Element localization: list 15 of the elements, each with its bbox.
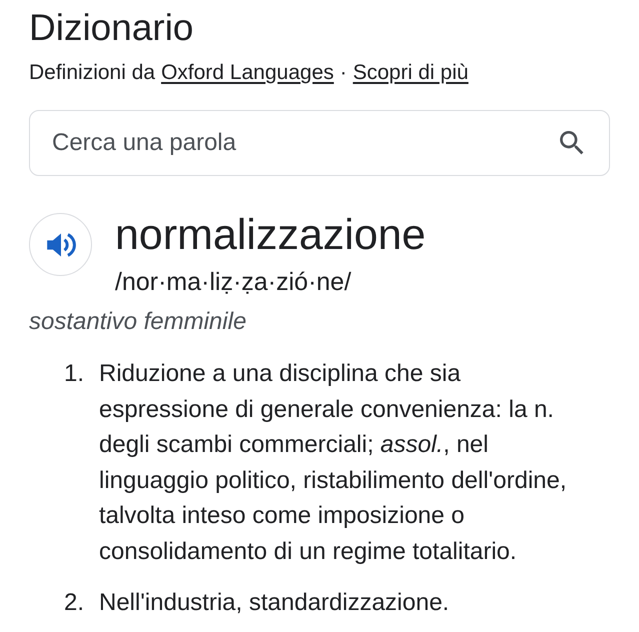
definition-text: Nell'industria, standardizzazione.: [99, 588, 450, 618]
speaker-icon: [46, 230, 76, 258]
search-field[interactable]: Cerca una parola: [29, 110, 610, 176]
headword: normalizzazione: [115, 212, 426, 258]
definition-number: 1.: [64, 359, 86, 389]
part-of-speech: sostantivo femminile: [29, 308, 248, 336]
separator-dot: ·: [340, 60, 347, 86]
learn-more-link[interactable]: Scopri di più: [352, 60, 468, 86]
definition-number: 2.: [64, 588, 86, 618]
dictionary-title: Dizionario: [29, 6, 194, 50]
source-label: Definizioni da: [29, 60, 156, 86]
search-icon[interactable]: [560, 131, 584, 155]
pronunciation: /nor·ma·liẓ·ẓa·zió·ne/: [115, 267, 352, 297]
oxford-languages-link[interactable]: Oxford Languages: [161, 60, 334, 86]
definition-text: Riduzione a una disciplina che sia espressione di generale convenienza: la n. degli scambi commerciali; assol., nel linguaggio politico, ristabilimento dell'ordine, talvolta inteso come imposizione o consolidamento di un regime totalitario.: [99, 359, 568, 566]
